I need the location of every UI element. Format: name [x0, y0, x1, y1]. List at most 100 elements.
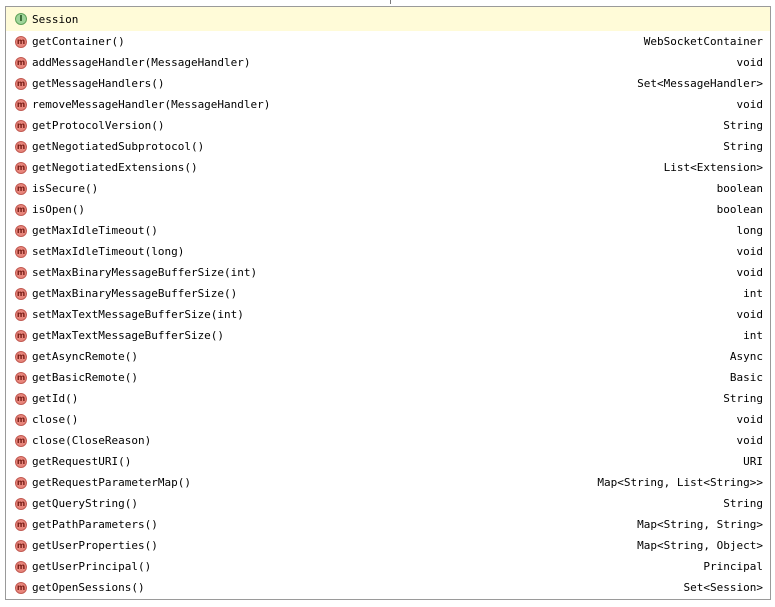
method-signature: getRequestParameterMap() [32, 476, 191, 489]
method-icon: m [15, 308, 27, 321]
method-return-type: int [743, 287, 763, 300]
method-return-type: void [736, 266, 764, 279]
method-return-type: String [723, 497, 763, 510]
method-signature: addMessageHandler(MessageHandler) [32, 56, 251, 69]
method-signature: close(CloseReason) [32, 434, 152, 447]
method-return-type: List<Extension> [663, 161, 763, 174]
method-row[interactable]: m getUserProperties() Map<String, Object> [6, 535, 770, 556]
method-signature: getMaxIdleTimeout() [32, 224, 158, 237]
method-row[interactable]: m getMaxTextMessageBufferSize() int [6, 325, 770, 346]
method-signature: getMaxBinaryMessageBufferSize() [32, 287, 238, 300]
member-list: I Session m getContainer() WebSocketContai… [6, 7, 770, 598]
method-icon: m [15, 350, 27, 363]
method-icon: m [15, 539, 27, 552]
method-icon: m [15, 77, 27, 90]
structure-popup: I Session m getContainer() WebSocketContai… [5, 6, 771, 600]
method-row[interactable]: m removeMessageHandler(MessageHandler) voi… [6, 94, 770, 115]
method-row[interactable]: m getRequestParameterMap() Map<String, Lis… [6, 472, 770, 493]
method-signature: getContainer() [32, 35, 125, 48]
method-icon: m [15, 518, 27, 531]
method-row[interactable]: m getPathParameters() Map<String, String> [6, 514, 770, 535]
method-icon: m [15, 182, 27, 195]
method-row[interactable]: m getOpenSessions() Set<Session> [6, 577, 770, 598]
method-row[interactable]: m getId() String [6, 388, 770, 409]
method-icon: m [15, 497, 27, 510]
method-row[interactable]: m close() void [6, 409, 770, 430]
method-row[interactable]: m getProtocolVersion() String [6, 115, 770, 136]
method-icon: m [15, 161, 27, 174]
method-signature: getUserPrincipal() [32, 560, 152, 573]
method-return-type: void [736, 434, 764, 447]
method-row[interactable]: m getBasicRemote() Basic [6, 367, 770, 388]
method-icon: m [15, 560, 27, 573]
method-icon: m [15, 245, 27, 258]
method-signature: setMaxTextMessageBufferSize(int) [32, 308, 244, 321]
method-icon: m [15, 434, 27, 447]
method-signature: isSecure() [32, 182, 99, 195]
method-icon: m [15, 140, 27, 153]
method-return-type: Map<String, List<String>> [597, 476, 763, 489]
method-row[interactable]: m getAsyncRemote() Async [6, 346, 770, 367]
method-signature: removeMessageHandler(MessageHandler) [32, 98, 271, 111]
method-row[interactable]: m getMessageHandlers() Set<MessageHandler> [6, 73, 770, 94]
class-name: Session [32, 12, 79, 26]
method-signature: getId() [32, 392, 79, 405]
method-return-type: int [743, 329, 763, 342]
method-row[interactable]: m isSecure() boolean [6, 178, 770, 199]
method-return-type: Principal [703, 560, 763, 573]
method-icon: m [15, 119, 27, 132]
method-row[interactable]: m addMessageHandler(MessageHandler) void [6, 52, 770, 73]
method-return-type: void [736, 413, 764, 426]
method-return-type: String [723, 392, 763, 405]
method-icon: m [15, 455, 27, 468]
method-return-type: URI [743, 455, 763, 468]
method-icon: m [15, 581, 27, 594]
method-signature: getRequestURI() [32, 455, 132, 468]
method-signature: close() [32, 413, 79, 426]
method-icon: m [15, 35, 27, 48]
interface-icon: I [15, 13, 27, 25]
method-return-type: Set<MessageHandler> [637, 77, 763, 90]
method-icon: m [15, 224, 27, 237]
method-signature: getQueryString() [32, 497, 138, 510]
method-icon: m [15, 476, 27, 489]
method-row[interactable]: m setMaxTextMessageBufferSize(int) void [6, 304, 770, 325]
method-row[interactable]: m getMaxIdleTimeout() long [6, 220, 770, 241]
method-row[interactable]: m getUserPrincipal() Principal [6, 556, 770, 577]
method-row[interactable]: m getNegotiatedSubprotocol() String [6, 136, 770, 157]
method-icon: m [15, 413, 27, 426]
method-row[interactable]: m getQueryString() String [6, 493, 770, 514]
method-row[interactable]: m setMaxIdleTimeout(long) void [6, 241, 770, 262]
method-return-type: Set<Session> [683, 581, 763, 594]
method-return-type: String [723, 119, 763, 132]
method-signature: getAsyncRemote() [32, 350, 138, 363]
method-row[interactable]: m getNegotiatedExtensions() List<Extension… [6, 157, 770, 178]
method-signature: getMaxTextMessageBufferSize() [32, 329, 225, 342]
method-row[interactable]: m isOpen() boolean [6, 199, 770, 220]
method-signature: isOpen() [32, 203, 85, 216]
method-signature: setMaxIdleTimeout(long) [32, 245, 185, 258]
method-icon: m [15, 329, 27, 342]
class-header-row[interactable]: I Session [6, 7, 770, 31]
method-icon: m [15, 266, 27, 279]
method-return-type: void [736, 98, 764, 111]
method-row[interactable]: m close(CloseReason) void [6, 430, 770, 451]
method-signature: getNegotiatedExtensions() [32, 161, 198, 174]
method-icon: m [15, 371, 27, 384]
method-return-type: WebSocketContainer [643, 35, 763, 48]
method-signature: getMessageHandlers() [32, 77, 165, 90]
method-row[interactable]: m getMaxBinaryMessageBufferSize() int [6, 283, 770, 304]
method-row[interactable]: m getContainer() WebSocketContainer [6, 31, 770, 52]
method-icon: m [15, 56, 27, 69]
method-icon: m [15, 98, 27, 111]
method-signature: getBasicRemote() [32, 371, 138, 384]
method-row[interactable]: m setMaxBinaryMessageBufferSize(int) void [6, 262, 770, 283]
method-return-type: boolean [716, 182, 763, 195]
method-row[interactable]: m getRequestURI() URI [6, 451, 770, 472]
method-icon: m [15, 392, 27, 405]
method-signature: getNegotiatedSubprotocol() [32, 140, 205, 153]
method-return-type: Basic [729, 371, 763, 384]
method-signature: getUserProperties() [32, 539, 158, 552]
method-icon: m [15, 287, 27, 300]
method-return-type: Map<String, String> [637, 518, 763, 531]
